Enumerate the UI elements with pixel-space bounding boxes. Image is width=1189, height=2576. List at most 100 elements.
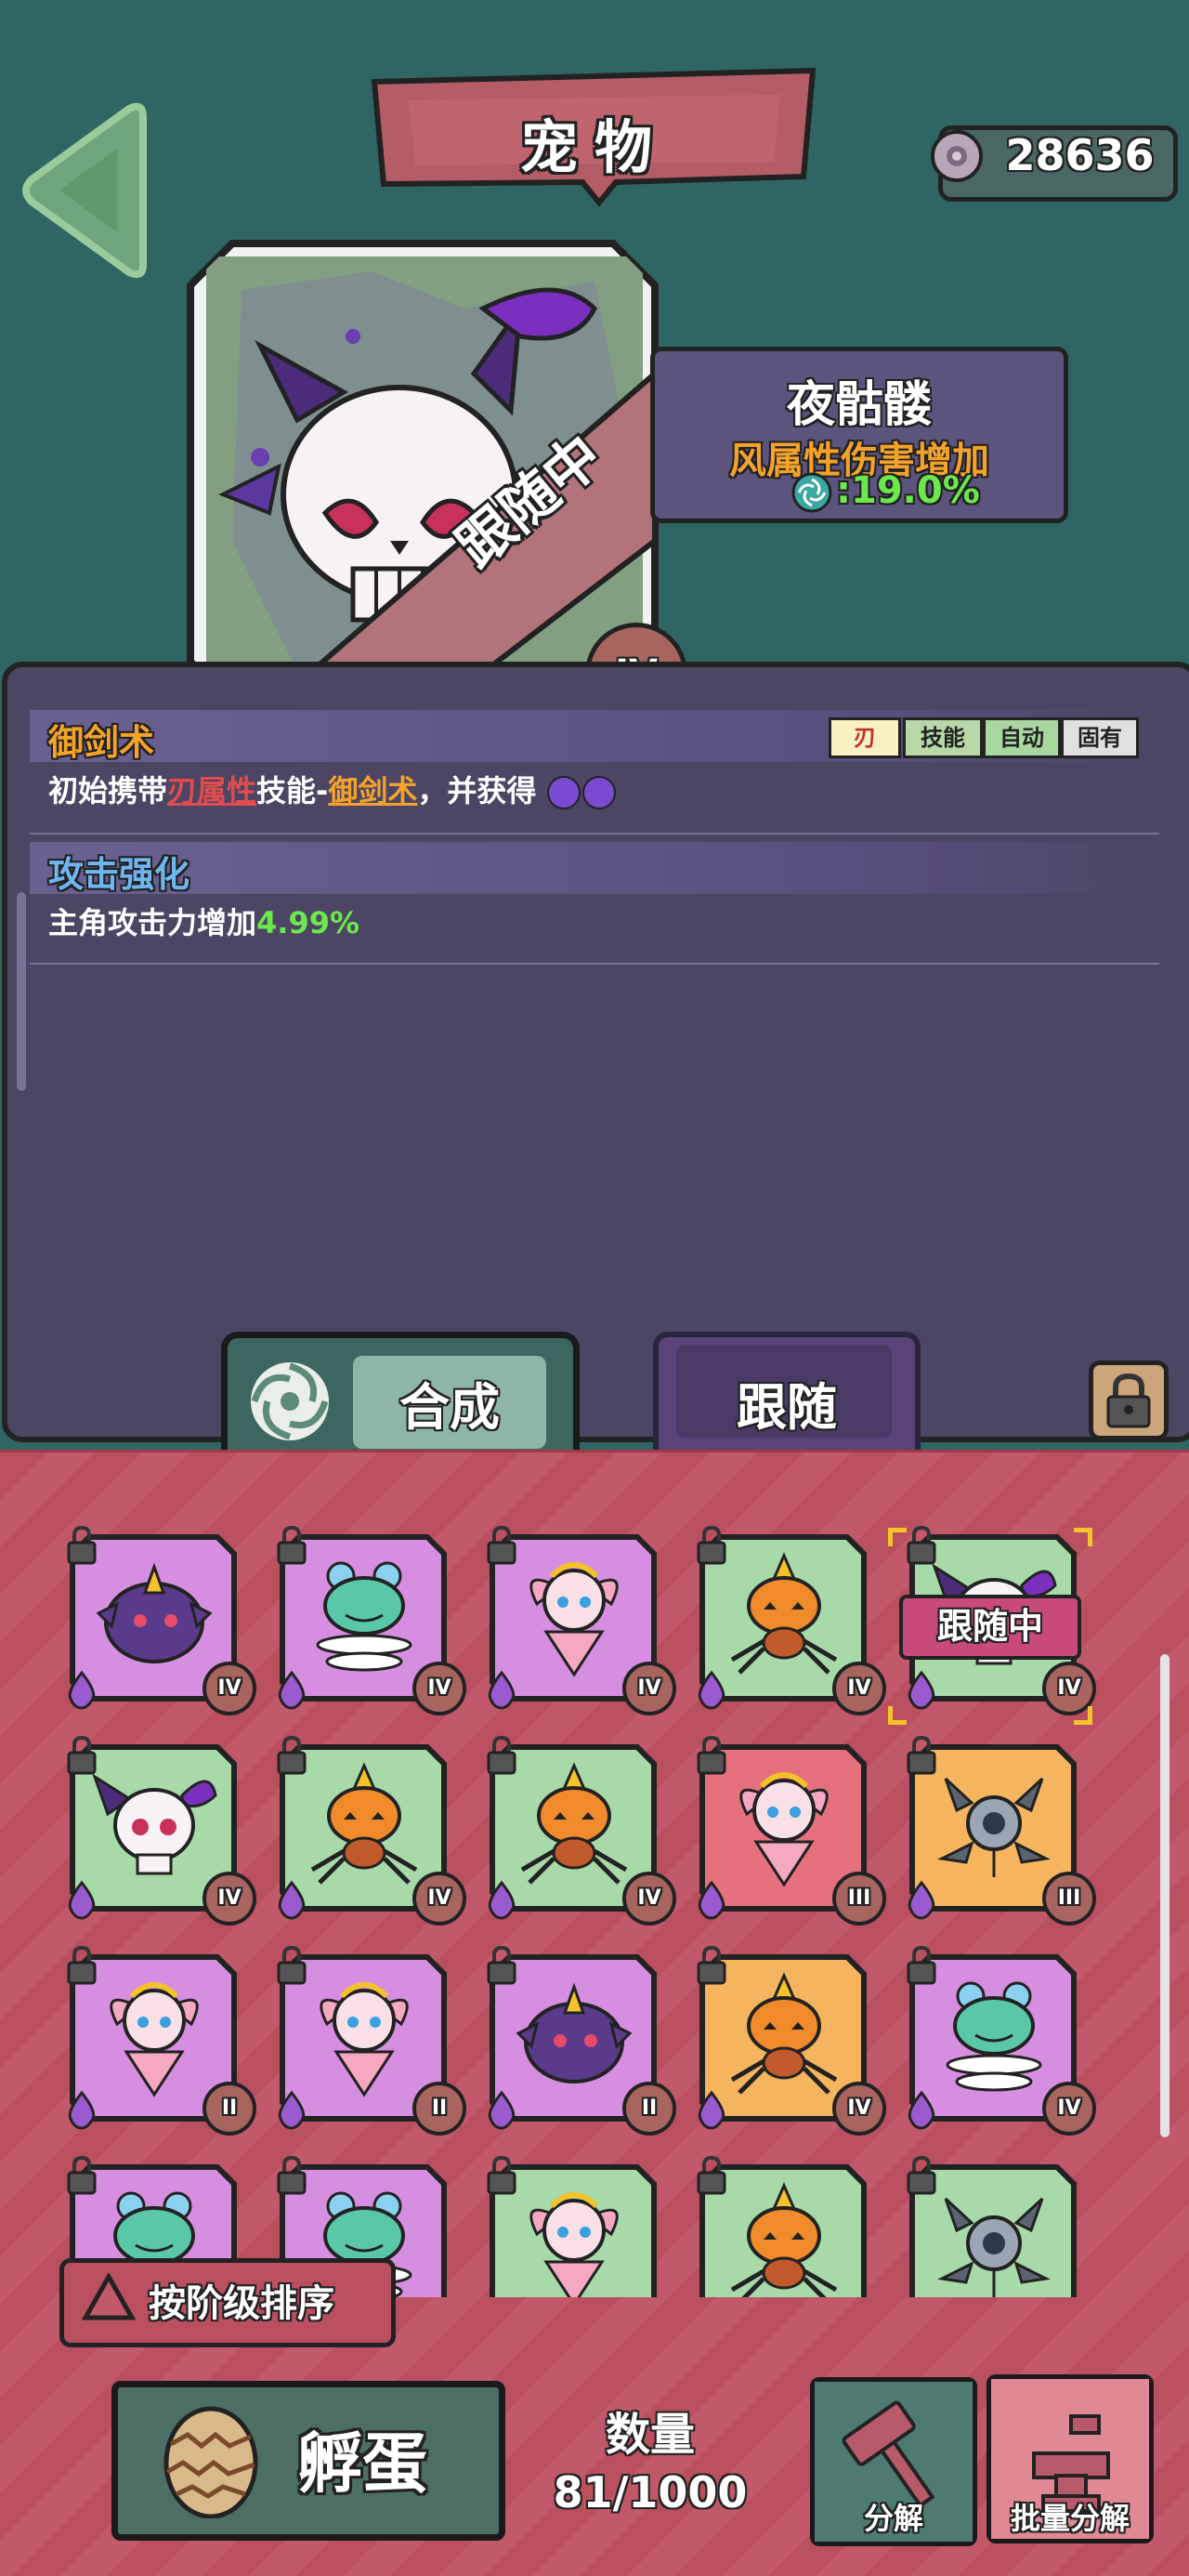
gear-coin-icon [929, 128, 985, 184]
triangle-left-icon [22, 102, 147, 279]
tier-badge: IV [622, 1662, 676, 1715]
night-skull-icon [92, 1773, 217, 1875]
purple-drop-icon [698, 1670, 725, 1710]
panel-scrollbar[interactable] [17, 892, 26, 1091]
pumpkin-spider-icon [730, 1552, 838, 1675]
tier-badge: IV [203, 1662, 256, 1715]
pumpkin-spider-icon [730, 1972, 838, 2095]
padlock-icon [67, 2155, 97, 2195]
skill-desc-1-mid: 技能- [256, 773, 329, 808]
tier-badge: IV [832, 1662, 886, 1715]
count-value: 81/1000 [553, 2467, 748, 2517]
pet-cell[interactable]: II [277, 1945, 466, 2136]
spiral-token-icon [581, 776, 616, 809]
pet-cell[interactable]: IV [697, 1945, 886, 2136]
padlock-icon [67, 1735, 97, 1775]
grid-scrollbar[interactable] [1160, 1654, 1169, 2137]
purple-drop-icon [488, 1880, 516, 1920]
tier-badge: IV [622, 1872, 676, 1925]
purple-drop-icon [278, 1670, 306, 1710]
padlock-icon [67, 1945, 97, 1985]
flower-fairy-icon [529, 2192, 619, 2297]
pet-cell[interactable]: II [487, 1945, 676, 2136]
pumpkin-spider-icon [520, 1762, 628, 1885]
pet-cell[interactable]: IV [487, 1735, 676, 1925]
pet-cell[interactable] [907, 2155, 1078, 2297]
page-title: 宠物 [519, 113, 669, 181]
sort-label: 按阶级排序 [149, 2282, 334, 2325]
skill-desc-1: 初始携带刃属性技能-御剑术，并获得 [48, 768, 616, 810]
back-button[interactable] [13, 98, 162, 283]
padlock-icon [277, 2155, 307, 2195]
flower-fairy-icon [529, 1562, 619, 1677]
pet-cell[interactable]: IV [67, 1735, 256, 1925]
orb-drone-icon [937, 1777, 1051, 1877]
divider [30, 963, 1159, 965]
pet-cell[interactable]: IV [907, 1945, 1096, 2136]
divider [30, 833, 1159, 835]
spring-goblin-icon [316, 1561, 412, 1672]
flower-fairy-icon [320, 1982, 409, 2097]
pet-cell[interactable]: III [907, 1735, 1096, 1925]
pet-cell[interactable] [487, 2155, 658, 2297]
lock-button[interactable] [1089, 1360, 1169, 1440]
pet-cell[interactable]: IV [67, 1525, 256, 1715]
triangle-up-icon [81, 2271, 137, 2321]
tag-auto: 自动 [983, 717, 1061, 758]
flower-fairy-icon [739, 1772, 829, 1887]
skill-desc-2-prefix: 主角攻击力增加 [48, 905, 257, 940]
padlock-icon [487, 2155, 516, 2195]
purple-drop-icon [698, 1880, 725, 1920]
tag-skill: 技能 [903, 717, 983, 758]
padlock-icon [907, 2155, 936, 2195]
currency-value: 28636 [1005, 130, 1155, 180]
purple-drop-icon [68, 1670, 96, 1710]
padlock-icon [697, 1735, 726, 1775]
skill-desc-1-suffix: ，并获得 [417, 773, 537, 808]
pet-cell[interactable]: IV [697, 1525, 886, 1715]
tier-badge: IV [203, 1872, 256, 1925]
purple-drop-icon [698, 2090, 725, 2130]
skill-desc-1-highlight-1: 刃属性 [167, 773, 257, 808]
hatch-label: 孵蛋 [297, 2425, 427, 2502]
orb-drone-icon [937, 2197, 1051, 2297]
purple-drop-icon [278, 1880, 306, 1920]
wind-swirl-icon [791, 472, 832, 513]
padlock-icon [487, 1735, 516, 1775]
padlock-icon [697, 1945, 726, 1985]
padlock-icon [1106, 1373, 1151, 1428]
synthesize-label: 合成 [399, 1378, 500, 1437]
pet-name: 夜骷髅 [786, 377, 932, 433]
tier-badge: IV [832, 2082, 886, 2136]
padlock-icon [907, 1735, 936, 1775]
padlock-icon [697, 1525, 726, 1565]
pet-cell[interactable]: III [697, 1735, 886, 1925]
tier-badge: II [203, 2082, 256, 2136]
padlock-icon [697, 2155, 726, 2195]
skill-desc-2-value: 4.99% [256, 905, 360, 940]
pet-cell[interactable]: IV [487, 1525, 676, 1715]
pumpkin-spider-icon [730, 2182, 838, 2297]
pet-cell[interactable] [697, 2155, 868, 2297]
padlock-icon [277, 1735, 307, 1775]
batch-decompose-label: 批量分解 [1010, 2501, 1130, 2536]
purple-drop-icon [908, 2090, 935, 2130]
padlock-icon [67, 1525, 97, 1565]
skill-desc-2: 主角攻击力增加4.99% [48, 900, 359, 942]
pet-cell[interactable]: II [67, 1945, 256, 2136]
purple-drop-icon [488, 1670, 516, 1710]
tier-badge: II [622, 2082, 676, 2136]
tier-badge: IV [412, 1872, 466, 1925]
tier-badge: IV [412, 1662, 466, 1715]
pet-cell[interactable]: IV [277, 1525, 466, 1715]
vortex-icon [243, 1355, 336, 1448]
pet-cell[interactable]: IV [277, 1735, 466, 1925]
tier-badge: IV [1042, 2082, 1096, 2136]
tier-badge: III [832, 1872, 886, 1925]
skill-name-2: 攻击强化 [48, 854, 190, 895]
purple-blob-icon [516, 1982, 633, 2083]
pet-attribute-value: :19.0% [836, 469, 980, 512]
tier-badge: III [1042, 1872, 1096, 1925]
padlock-icon [487, 1945, 516, 1985]
skill-desc-1-prefix: 初始携带 [48, 773, 168, 808]
